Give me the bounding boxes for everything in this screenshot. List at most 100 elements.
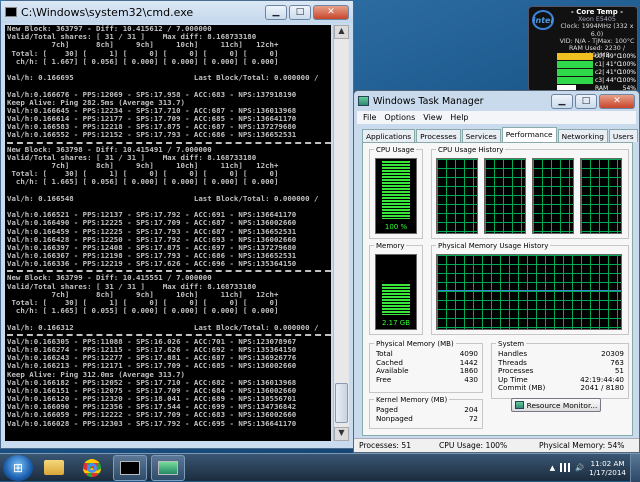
tab-performance[interactable]: Performance xyxy=(501,127,557,142)
console-line: Val/h:0.166583 - PPS:12218 - SPS:17.875 … xyxy=(7,123,297,132)
console-line: Val/h:0.166397 - PPS:12408 - SPS:17.875 … xyxy=(7,243,297,252)
console-line: ch/h: [ 1.667] [ 0.056] [ 0.000] [ 0.000… xyxy=(7,57,279,66)
scroll-down-arrow-icon[interactable]: ▼ xyxy=(334,427,349,441)
console-line: Val/h: 0.166312 Last Block/Total: 0.0000… xyxy=(7,323,319,332)
cpu-history-group: CPU Usage History xyxy=(431,146,629,239)
system-group: System Handles 20309 Threads 763 Processes 51… xyxy=(491,340,629,399)
maximize-button[interactable]: □ xyxy=(289,4,311,20)
cpu-clock: Clock: 1994MHz (332 x 6.0) xyxy=(560,23,634,38)
console-line: Val/h:0.166182 - PPS:12052 - SPS:17.710 … xyxy=(7,378,297,387)
kernel-memory-group: Kernel Memory (MB) Paged 204 Nonpaged 72 xyxy=(369,396,483,429)
core-row: c3| 44°C 100% xyxy=(557,77,637,84)
tm-maximize-button[interactable]: □ xyxy=(575,93,597,109)
console-line: Val/h:0.166521 - PPS:12137 - SPS:17.792 … xyxy=(7,211,297,220)
clock[interactable]: 11:02 AM 1/17/2014 xyxy=(589,459,626,477)
folder-icon xyxy=(44,460,64,475)
memory-caption: Memory xyxy=(374,242,407,250)
memory-history-graph xyxy=(436,254,622,330)
console-line: Total: [ 30] [ 1] [ 0] [ 0] [ 0] [ 0] xyxy=(7,299,279,307)
core-label: c1| 41°C xyxy=(595,61,621,68)
system-caption: System xyxy=(496,340,527,348)
cpu-vid: VID: N/A - TjMax: 100°C xyxy=(559,37,635,45)
cpu-history-graph-3 xyxy=(532,158,574,234)
taskbar-explorer[interactable] xyxy=(37,455,71,481)
console-line: Val/h:0.166059 - PPS:12222 - SPS:17.709 … xyxy=(7,411,297,420)
core-percent: 100% xyxy=(618,69,636,76)
menu-options[interactable]: Options xyxy=(384,113,415,122)
console-line: 7ch] 8ch] 9ch] 10ch] 11ch] 12ch+ xyxy=(7,41,279,50)
tab-users[interactable]: Users xyxy=(608,129,638,142)
tm-close-button[interactable]: ✕ xyxy=(599,93,635,109)
memory-group: Memory 2.17 GB xyxy=(369,242,423,335)
show-desktop-button[interactable] xyxy=(630,453,640,482)
cpu-history-graph-2 xyxy=(484,158,526,234)
tm-title: Windows Task Manager xyxy=(373,95,484,107)
cmd-scrollbar[interactable]: ▲ ▼ xyxy=(333,25,349,441)
memory-gauge: 2.17 GB xyxy=(375,254,417,330)
core-load-bar xyxy=(557,61,593,68)
cpu-usage-bar xyxy=(382,161,410,219)
tab-networking[interactable]: Networking xyxy=(557,129,608,142)
menu-help[interactable]: Help xyxy=(450,113,468,122)
system-row: Commit (MB) 2041 / 8180 xyxy=(498,384,624,393)
tab-processes[interactable]: Processes xyxy=(416,129,461,142)
scroll-up-arrow-icon[interactable]: ▲ xyxy=(334,25,349,39)
console-line: Val/h:0.166151 - PPS:12075 - SPS:17.709 … xyxy=(7,386,297,395)
console-line: New Block: 363797 - Diff: 10.415612 / 7.… xyxy=(7,25,212,33)
menu-file[interactable]: File xyxy=(363,113,376,122)
tm-titlebar[interactable]: Windows Task Manager ▁ □ ✕ xyxy=(354,91,639,111)
console-line: Val/h:0.166028 - PPS:12303 - SPS:17.792 … xyxy=(7,419,297,428)
cmd-window[interactable]: C:\Windows\system32\cmd.exe ▁ □ ✕ New Bl… xyxy=(0,0,354,449)
physical-memory-row: Free 430 xyxy=(376,374,478,385)
cmd-titlebar[interactable]: C:\Windows\system32\cmd.exe ▁ □ ✕ xyxy=(1,1,353,23)
menu-view[interactable]: View xyxy=(423,113,442,122)
start-button[interactable]: ⊞ xyxy=(3,454,33,481)
show-hidden-icons-icon[interactable]: ▲ xyxy=(550,463,556,472)
close-button[interactable]: ✕ xyxy=(313,4,349,20)
tm-minimize-button[interactable]: ▁ xyxy=(551,93,573,109)
taskbar-chrome[interactable] xyxy=(75,455,109,481)
console-output[interactable]: New Block: 363797 - Diff: 10.415612 / 7.… xyxy=(5,25,331,441)
network-icon[interactable] xyxy=(560,463,571,472)
task-manager-icon xyxy=(358,96,369,106)
taskbar-task-manager[interactable] xyxy=(151,454,185,481)
physical-memory-row: Available 1860 xyxy=(376,367,478,376)
physical-memory-label: Free xyxy=(376,374,392,384)
taskbar: ⊞ ▲ 🔊 11:02 AM 1/17/2014 xyxy=(0,453,640,482)
task-manager-window[interactable]: Windows Task Manager ▁ □ ✕ File Options … xyxy=(353,90,640,453)
physical-memory-caption: Physical Memory (MB) xyxy=(374,340,456,348)
cpu-usage-gauge: 100 % xyxy=(375,158,417,234)
taskbar-cmd[interactable] xyxy=(113,454,147,481)
volume-icon[interactable]: 🔊 xyxy=(575,463,584,472)
console-line: Val/h:0.166243 - PPS:12277 - SPS:17.881 … xyxy=(7,354,297,363)
core-load-bar xyxy=(557,77,593,84)
console-line: Val/h:0.166490 - PPS:12225 - SPS:17.709 … xyxy=(7,219,297,228)
console-line: Val/h:0.166645 - PPS:12234 - SPS:17.710 … xyxy=(7,106,297,115)
console-line: New Block: 363799 - Diff: 10.415551 / 7.… xyxy=(7,274,212,283)
kernel-memory-row: Nonpaged 72 xyxy=(376,414,478,424)
system-label: Commit (MB) xyxy=(498,383,546,393)
scroll-thumb[interactable] xyxy=(335,383,348,423)
performance-panel: CPU Usage 100 % CPU Usage History Memory… xyxy=(362,142,633,436)
chrome-icon xyxy=(83,458,101,477)
console-line: 7ch] 8ch] 9ch] 10ch] 11ch] 12ch+ xyxy=(7,162,279,170)
core-temp-gadget[interactable]: intel - Core Temp - Xeon E5405 Clock: 19… xyxy=(528,6,638,92)
console-line: 7ch] 8ch] 9ch] 10ch] 11ch] 12ch+ xyxy=(7,290,279,299)
tab-services[interactable]: Services xyxy=(461,129,501,142)
console-line: Val/h:0.166305 - PPS:11088 - SPS:16.026 … xyxy=(7,337,297,346)
core-load-bar xyxy=(557,53,593,60)
console-line: Val/h:0.166213 - PPS:12171 - SPS:17.709 … xyxy=(7,362,297,371)
cpu-history-caption: CPU Usage History xyxy=(436,146,506,154)
minimize-button[interactable]: ▁ xyxy=(265,4,287,20)
core-row: c1| 41°C 100% xyxy=(557,61,637,68)
cpu-usage-caption: CPU Usage xyxy=(374,146,417,154)
console-line: Val/h: 0.166548 Last Block/Total: 0.0000… xyxy=(7,194,319,203)
resource-monitor-button[interactable]: Resource Monitor... xyxy=(511,398,601,412)
console-line: Valid/Total shares: [ 31 / 31 ] Max diff… xyxy=(7,153,257,162)
tab-applications[interactable]: Applications xyxy=(362,129,416,142)
status-memory: Physical Memory: 54% xyxy=(539,441,625,450)
kernel-memory-caption: Kernel Memory (MB) xyxy=(374,396,450,404)
